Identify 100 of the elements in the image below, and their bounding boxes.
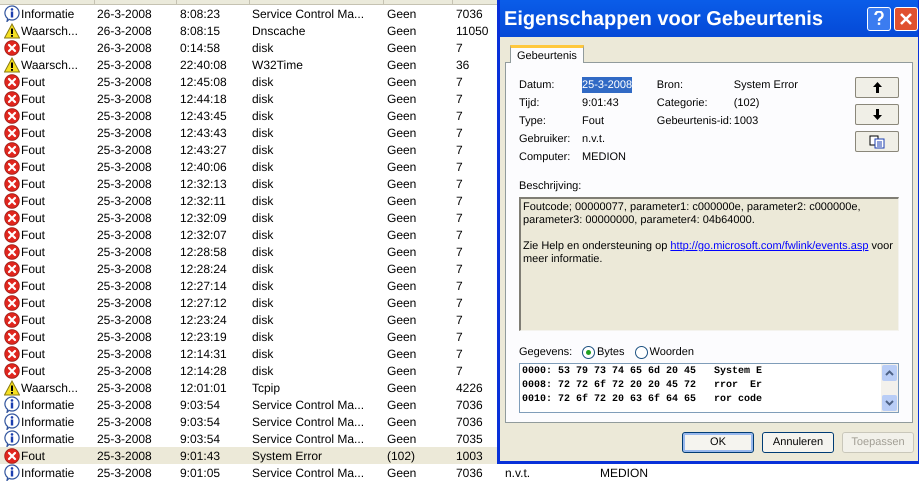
table-cell-text: Fout [21,40,46,56]
table-cell-text: Fout [21,448,46,464]
event-row[interactable]: Fout 25-3-2008 12:27:12 disk Geen 7 [0,294,919,311]
table-cell-text: disk [252,312,274,328]
table-cell-text: 7 [456,244,464,260]
field-value: System Error [734,78,798,93]
dialog-button[interactable]: OK [682,432,754,453]
table-cell-text: 11050 [456,22,490,40]
table-cell-text: 25-3-2008 [97,448,153,464]
table-cell-text: 7 [456,40,464,56]
table-cell-text: Fout [21,362,46,380]
table-cell-text: disk [252,108,274,124]
scrollbar[interactable] [881,364,898,412]
table-cell-text: Informatie [21,414,76,430]
table-cell-text: Geen [387,362,418,380]
error-icon [4,176,20,192]
table-cell-text: Geen [387,430,418,448]
table-cell-text: 4226 [456,380,484,396]
table-cell-text: 7 [456,210,464,226]
table-cell-text: Tcpip [252,380,282,396]
table-cell-text: 25-3-2008 [97,260,153,278]
table-cell-text: 26-3-2008 [97,40,153,56]
error-icon [4,244,20,260]
table-cell-text: 12:43:27 [180,142,228,158]
table-cell-text: 7 [456,328,464,346]
table-cell-text: 12:44:18 [180,90,228,108]
table-cell-text: 7036 [456,464,484,482]
copy-icon [869,134,885,148]
table-cell-text: Geen [387,56,418,74]
error-icon [4,124,20,140]
table-cell-text: disk [252,362,274,380]
event-row[interactable]: Informatie 25-3-2008 9:01:05 Service Control Ma... Geen 7036 n.v.t. MEDION [0,464,919,481]
table-cell-text: 7 [456,124,464,142]
table-cell-text: 7 [456,346,464,362]
copy-button[interactable] [855,131,899,152]
table-cell-text: disk [252,142,274,158]
table-cell-text: 25-3-2008 [97,278,153,294]
table-cell-text: 7035 [456,430,484,448]
table-cell-text: Fout [21,74,46,90]
previous-button[interactable] [855,77,899,98]
table-cell-text: 25-3-2008 [97,396,153,414]
error-icon [4,226,20,242]
table-cell-text: 7 [456,312,464,328]
table-cell-text: Geen [387,124,418,142]
error-icon [4,74,20,90]
event-row[interactable]: Fout 25-3-2008 12:27:14 disk Geen 7 [0,277,919,294]
table-cell-text: Informatie [21,396,76,414]
field-label: Gebruiker: [519,132,572,147]
table-cell-text: Dnscache [252,22,306,40]
table-cell-text: 12:14:28 [180,362,228,380]
event-row[interactable]: Fout 25-3-2008 12:23:24 disk Geen 7 [0,311,919,328]
table-cell-text: Service Control Ma... [252,6,366,22]
table-cell-text: 12:43:43 [180,124,228,142]
event-row[interactable]: Informatie 25-3-2008 9:03:54 Service Control Ma... Geen 7036 [0,413,919,430]
format-radio[interactable]: Bytes [582,344,625,360]
table-cell-text: Fout [21,278,46,294]
table-cell-text: 25-3-2008 [97,430,153,448]
help-button[interactable] [867,6,891,30]
error-icon [4,142,20,158]
table-cell-text: 22:40:08 [180,56,228,74]
table-cell-text: 12:23:24 [180,312,228,328]
dialog-button[interactable]: Annuleren [762,432,834,453]
table-cell-text: Informatie [21,464,76,482]
field-value: 25-3-2008 [582,76,632,94]
info-icon [4,413,20,430]
table-cell-text: 9:03:54 [180,396,222,414]
table-cell-text: 12:23:19 [180,328,228,346]
error-icon [4,210,20,226]
table-cell-text: Geen [387,312,418,328]
table-cell-text: 25-3-2008 [97,346,153,362]
error-icon [4,40,20,56]
table-cell-text: Geen [387,328,418,346]
table-cell-text: (102) [387,448,416,464]
table-cell-text: 25-3-2008 [97,142,153,158]
table-cell-text: 8:08:15 [180,22,222,40]
scroll-down-icon [882,394,897,410]
table-cell-text: Fout [21,192,46,210]
format-radio[interactable]: Woorden [634,344,694,360]
help-link[interactable]: http://go.microsoft.com/fwlink/events.asp [670,240,868,252]
table-cell-text: disk [252,226,274,244]
table-cell-text: 25-3-2008 [97,312,153,328]
error-icon [4,90,20,106]
close-button[interactable] [894,6,918,30]
field-value: n.v.t. [582,132,606,147]
table-cell-text: 25-3-2008 [97,294,153,312]
table-cell-text: disk [252,192,274,210]
event-row[interactable]: Fout 25-3-2008 12:23:19 disk Geen 7 [0,328,919,345]
table-cell-text: Geen [387,226,418,244]
table-cell-text: Fout [21,142,46,158]
close-icon [899,12,913,26]
table-cell-text: Fout [21,244,46,260]
next-button[interactable] [855,104,899,125]
table-cell-text: 0:14:58 [180,40,222,56]
tab[interactable]: Gebeurtenis [510,45,584,63]
table-cell-text: 12:27:12 [180,294,228,312]
table-cell-text: disk [252,176,274,192]
table-cell-text: 9:03:54 [180,414,222,430]
description-text: Foutcode; 00000077, parameter1: c000000e, parameter2: c000000e, parameter3: 00000000, parameter4: 04b64000. [523,200,862,226]
field-label: Bron: [656,78,684,93]
error-icon [4,278,20,294]
